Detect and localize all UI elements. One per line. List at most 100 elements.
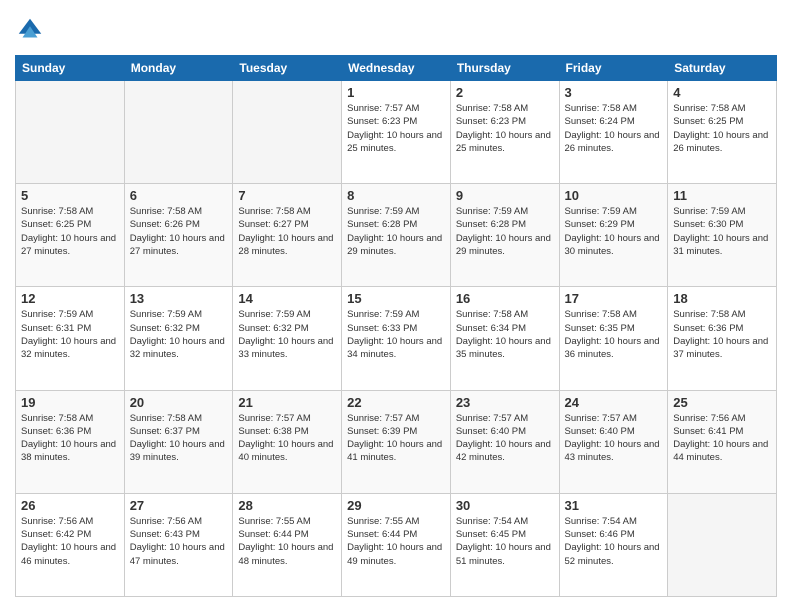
day-number: 29 bbox=[347, 498, 445, 513]
day-info: Sunrise: 7:59 AMSunset: 6:28 PMDaylight:… bbox=[456, 205, 554, 258]
day-info: Sunrise: 7:58 AMSunset: 6:34 PMDaylight:… bbox=[456, 308, 554, 361]
calendar-table: SundayMondayTuesdayWednesdayThursdayFrid… bbox=[15, 55, 777, 597]
weekday-header: Sunday bbox=[16, 56, 125, 81]
day-number: 17 bbox=[565, 291, 663, 306]
day-info: Sunrise: 7:57 AMSunset: 6:40 PMDaylight:… bbox=[456, 412, 554, 465]
day-info: Sunrise: 7:58 AMSunset: 6:25 PMDaylight:… bbox=[673, 102, 771, 155]
day-info: Sunrise: 7:54 AMSunset: 6:45 PMDaylight:… bbox=[456, 515, 554, 568]
weekday-header: Saturday bbox=[668, 56, 777, 81]
calendar-cell: 17 Sunrise: 7:58 AMSunset: 6:35 PMDayligh… bbox=[559, 287, 668, 390]
calendar-cell: 29 Sunrise: 7:55 AMSunset: 6:44 PMDayligh… bbox=[342, 493, 451, 596]
logo-icon bbox=[15, 15, 45, 45]
day-info: Sunrise: 7:59 AMSunset: 6:28 PMDaylight:… bbox=[347, 205, 445, 258]
day-info: Sunrise: 7:59 AMSunset: 6:31 PMDaylight:… bbox=[21, 308, 119, 361]
calendar-cell: 16 Sunrise: 7:58 AMSunset: 6:34 PMDayligh… bbox=[450, 287, 559, 390]
day-info: Sunrise: 7:54 AMSunset: 6:46 PMDaylight:… bbox=[565, 515, 663, 568]
day-number: 11 bbox=[673, 188, 771, 203]
calendar-week-row: 12 Sunrise: 7:59 AMSunset: 6:31 PMDayligh… bbox=[16, 287, 777, 390]
day-info: Sunrise: 7:58 AMSunset: 6:35 PMDaylight:… bbox=[565, 308, 663, 361]
day-number: 22 bbox=[347, 395, 445, 410]
calendar-cell: 9 Sunrise: 7:59 AMSunset: 6:28 PMDaylight… bbox=[450, 184, 559, 287]
day-info: Sunrise: 7:56 AMSunset: 6:41 PMDaylight:… bbox=[673, 412, 771, 465]
day-number: 21 bbox=[238, 395, 336, 410]
calendar-cell: 11 Sunrise: 7:59 AMSunset: 6:30 PMDayligh… bbox=[668, 184, 777, 287]
calendar-cell: 8 Sunrise: 7:59 AMSunset: 6:28 PMDaylight… bbox=[342, 184, 451, 287]
weekday-header: Wednesday bbox=[342, 56, 451, 81]
day-number: 8 bbox=[347, 188, 445, 203]
calendar-cell: 6 Sunrise: 7:58 AMSunset: 6:26 PMDaylight… bbox=[124, 184, 233, 287]
day-info: Sunrise: 7:59 AMSunset: 6:32 PMDaylight:… bbox=[238, 308, 336, 361]
day-number: 24 bbox=[565, 395, 663, 410]
day-number: 19 bbox=[21, 395, 119, 410]
calendar-cell: 26 Sunrise: 7:56 AMSunset: 6:42 PMDayligh… bbox=[16, 493, 125, 596]
calendar-cell: 20Sunrise: 7:58 AMSunset: 6:37 PMDayligh… bbox=[124, 390, 233, 493]
calendar-cell bbox=[16, 81, 125, 184]
calendar-cell: 13 Sunrise: 7:59 AMSunset: 6:32 PMDayligh… bbox=[124, 287, 233, 390]
day-number: 7 bbox=[238, 188, 336, 203]
calendar-cell: 18 Sunrise: 7:58 AMSunset: 6:36 PMDayligh… bbox=[668, 287, 777, 390]
day-number: 2 bbox=[456, 85, 554, 100]
day-number: 23 bbox=[456, 395, 554, 410]
calendar-week-row: 1 Sunrise: 7:57 AMSunset: 6:23 PMDaylight… bbox=[16, 81, 777, 184]
day-number: 6 bbox=[130, 188, 228, 203]
calendar-week-row: 5Sunrise: 7:58 AMSunset: 6:25 PMDaylight… bbox=[16, 184, 777, 287]
calendar-cell: 30 Sunrise: 7:54 AMSunset: 6:45 PMDayligh… bbox=[450, 493, 559, 596]
calendar-cell: 7 Sunrise: 7:58 AMSunset: 6:27 PMDaylight… bbox=[233, 184, 342, 287]
day-number: 30 bbox=[456, 498, 554, 513]
day-info: Sunrise: 7:57 AMSunset: 6:39 PMDaylight:… bbox=[347, 412, 445, 465]
day-info: Sunrise: 7:58 AMSunset: 6:24 PMDaylight:… bbox=[565, 102, 663, 155]
day-info: Sunrise: 7:57 AMSunset: 6:23 PMDaylight:… bbox=[347, 102, 445, 155]
page: SundayMondayTuesdayWednesdayThursdayFrid… bbox=[0, 0, 792, 612]
calendar-cell: 24 Sunrise: 7:57 AMSunset: 6:40 PMDayligh… bbox=[559, 390, 668, 493]
calendar-cell: 12 Sunrise: 7:59 AMSunset: 6:31 PMDayligh… bbox=[16, 287, 125, 390]
day-number: 31 bbox=[565, 498, 663, 513]
weekday-header: Tuesday bbox=[233, 56, 342, 81]
calendar-cell: 28 Sunrise: 7:55 AMSunset: 6:44 PMDayligh… bbox=[233, 493, 342, 596]
calendar-cell: 15 Sunrise: 7:59 AMSunset: 6:33 PMDayligh… bbox=[342, 287, 451, 390]
calendar-cell: 14Sunrise: 7:59 AMSunset: 6:32 PMDayligh… bbox=[233, 287, 342, 390]
day-number: 1 bbox=[347, 85, 445, 100]
day-info: Sunrise: 7:56 AMSunset: 6:43 PMDaylight:… bbox=[130, 515, 228, 568]
calendar-cell: 2 Sunrise: 7:58 AMSunset: 6:23 PMDaylight… bbox=[450, 81, 559, 184]
day-info: Sunrise: 7:59 AMSunset: 6:30 PMDaylight:… bbox=[673, 205, 771, 258]
day-number: 16 bbox=[456, 291, 554, 306]
day-number: 15 bbox=[347, 291, 445, 306]
day-info: Sunrise: 7:59 AMSunset: 6:32 PMDaylight:… bbox=[130, 308, 228, 361]
calendar-cell: 5Sunrise: 7:58 AMSunset: 6:25 PMDaylight… bbox=[16, 184, 125, 287]
day-number: 28 bbox=[238, 498, 336, 513]
logo bbox=[15, 15, 49, 45]
day-number: 13 bbox=[130, 291, 228, 306]
day-info: Sunrise: 7:58 AMSunset: 6:27 PMDaylight:… bbox=[238, 205, 336, 258]
day-number: 3 bbox=[565, 85, 663, 100]
calendar-cell: 25Sunrise: 7:56 AMSunset: 6:41 PMDayligh… bbox=[668, 390, 777, 493]
day-info: Sunrise: 7:57 AMSunset: 6:38 PMDaylight:… bbox=[238, 412, 336, 465]
day-number: 4 bbox=[673, 85, 771, 100]
day-number: 26 bbox=[21, 498, 119, 513]
calendar-cell bbox=[233, 81, 342, 184]
day-info: Sunrise: 7:58 AMSunset: 6:23 PMDaylight:… bbox=[456, 102, 554, 155]
day-info: Sunrise: 7:58 AMSunset: 6:25 PMDaylight:… bbox=[21, 205, 119, 258]
calendar-cell bbox=[668, 493, 777, 596]
header bbox=[15, 15, 777, 45]
calendar-cell: 27 Sunrise: 7:56 AMSunset: 6:43 PMDayligh… bbox=[124, 493, 233, 596]
day-info: Sunrise: 7:55 AMSunset: 6:44 PMDaylight:… bbox=[347, 515, 445, 568]
day-number: 18 bbox=[673, 291, 771, 306]
day-info: Sunrise: 7:58 AMSunset: 6:36 PMDaylight:… bbox=[21, 412, 119, 465]
weekday-header: Monday bbox=[124, 56, 233, 81]
day-info: Sunrise: 7:58 AMSunset: 6:36 PMDaylight:… bbox=[673, 308, 771, 361]
day-info: Sunrise: 7:59 AMSunset: 6:33 PMDaylight:… bbox=[347, 308, 445, 361]
day-number: 20 bbox=[130, 395, 228, 410]
day-number: 9 bbox=[456, 188, 554, 203]
calendar-cell: 1 Sunrise: 7:57 AMSunset: 6:23 PMDaylight… bbox=[342, 81, 451, 184]
day-number: 12 bbox=[21, 291, 119, 306]
day-info: Sunrise: 7:57 AMSunset: 6:40 PMDaylight:… bbox=[565, 412, 663, 465]
calendar-cell: 21 Sunrise: 7:57 AMSunset: 6:38 PMDayligh… bbox=[233, 390, 342, 493]
day-info: Sunrise: 7:55 AMSunset: 6:44 PMDaylight:… bbox=[238, 515, 336, 568]
calendar-cell: 23 Sunrise: 7:57 AMSunset: 6:40 PMDayligh… bbox=[450, 390, 559, 493]
weekday-header: Thursday bbox=[450, 56, 559, 81]
day-info: Sunrise: 7:58 AMSunset: 6:26 PMDaylight:… bbox=[130, 205, 228, 258]
calendar-cell bbox=[124, 81, 233, 184]
day-number: 27 bbox=[130, 498, 228, 513]
day-info: Sunrise: 7:56 AMSunset: 6:42 PMDaylight:… bbox=[21, 515, 119, 568]
calendar-cell: 3 Sunrise: 7:58 AMSunset: 6:24 PMDaylight… bbox=[559, 81, 668, 184]
